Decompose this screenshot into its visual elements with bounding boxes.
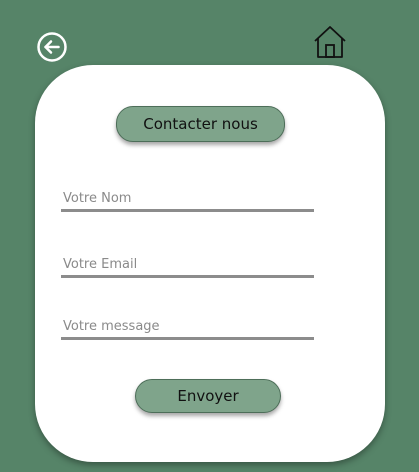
name-input[interactable] [61, 188, 314, 212]
submit-button[interactable]: Envoyer [135, 379, 281, 413]
arrow-left-circle-icon [37, 32, 67, 62]
home-icon [314, 26, 346, 58]
form-title: Contacter nous [116, 106, 285, 142]
email-input[interactable] [61, 254, 314, 278]
contact-form-card: Contacter nous Envoyer [35, 65, 385, 462]
home-button[interactable] [312, 24, 348, 60]
message-input[interactable] [61, 316, 314, 340]
form-title-label: Contacter nous [143, 115, 258, 133]
back-button[interactable] [36, 31, 68, 63]
